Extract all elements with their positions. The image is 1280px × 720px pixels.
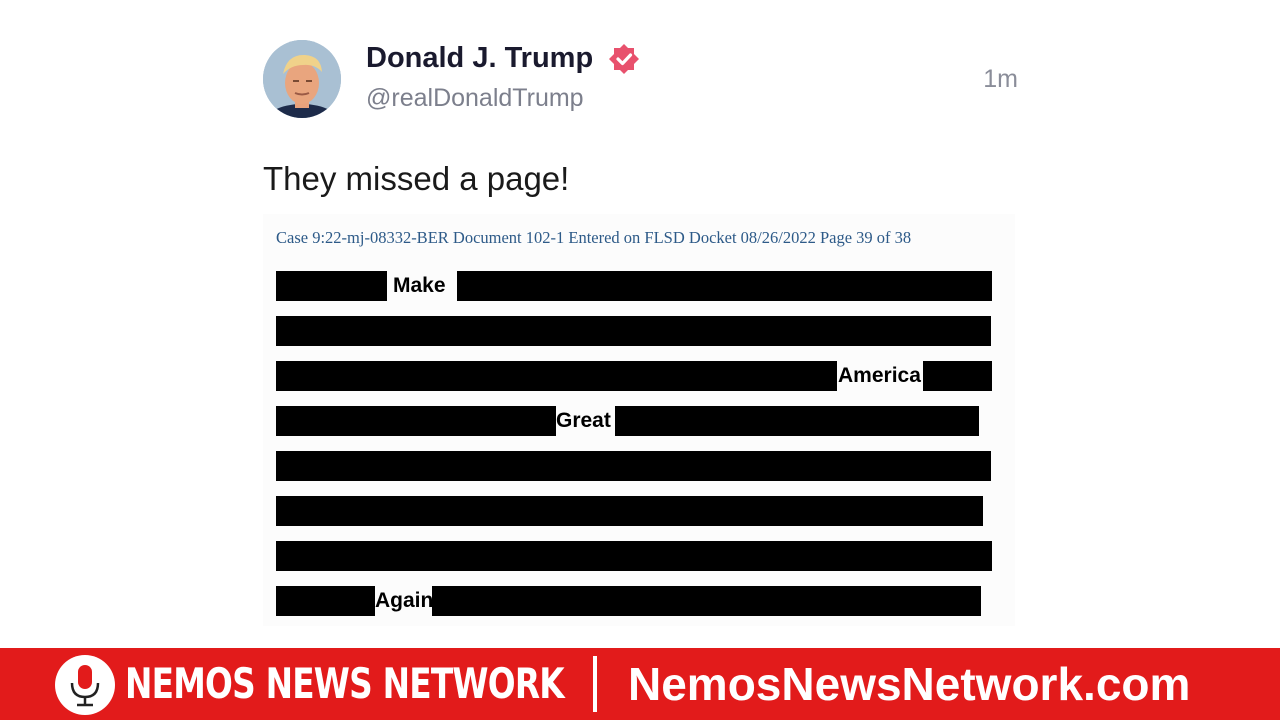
verified-badge-icon bbox=[609, 44, 639, 74]
redaction-bar bbox=[276, 406, 556, 436]
footer-banner: NEMOS NEWS NETWORK NemosNewsNetwork.com bbox=[0, 648, 1280, 720]
redaction-bar bbox=[276, 541, 992, 571]
word-america: America bbox=[838, 364, 921, 387]
avatar-portrait-icon bbox=[263, 40, 341, 118]
brand-name: NEMOS NEWS NETWORK bbox=[125, 659, 565, 708]
site-url[interactable]: NemosNewsNetwork.com bbox=[628, 656, 1190, 712]
author-handle[interactable]: @realDonaldTrump bbox=[366, 84, 584, 113]
avatar[interactable] bbox=[263, 40, 341, 118]
redaction-bar bbox=[276, 271, 387, 301]
redaction-bar bbox=[276, 586, 375, 616]
word-again: Again bbox=[375, 589, 434, 612]
post-timestamp[interactable]: 1m bbox=[983, 65, 1018, 94]
redaction-bar bbox=[923, 361, 992, 391]
redaction-bar bbox=[276, 316, 991, 346]
redaction-bar bbox=[276, 496, 983, 526]
redaction-bar bbox=[457, 271, 992, 301]
post-text: They missed a page! bbox=[263, 160, 570, 197]
document-header: Case 9:22-mj-08332-BER Document 102-1 En… bbox=[276, 228, 912, 247]
redaction-bar bbox=[276, 451, 991, 481]
redaction-bar bbox=[432, 586, 981, 616]
microphone-icon bbox=[55, 655, 115, 715]
footer-divider bbox=[593, 656, 597, 712]
redaction-bar bbox=[615, 406, 979, 436]
word-make: Make bbox=[393, 274, 446, 297]
author-name[interactable]: Donald J. Trump bbox=[366, 42, 593, 75]
word-great: Great bbox=[556, 409, 611, 432]
post-header: Donald J. Trump @realDonaldTrump 1m bbox=[263, 40, 1023, 122]
redaction-bar bbox=[276, 361, 837, 391]
redacted-document-image: Case 9:22-mj-08332-BER Document 102-1 En… bbox=[263, 214, 1015, 626]
